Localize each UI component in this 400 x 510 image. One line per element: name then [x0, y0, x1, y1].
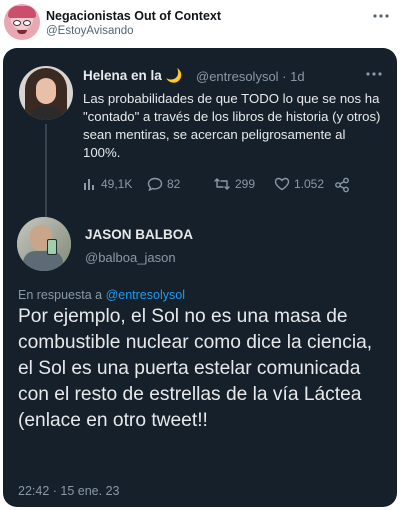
- retweet-icon: [213, 177, 231, 191]
- outer-author-name[interactable]: Negacionistas Out of Context: [46, 9, 221, 23]
- avatar-eye-left: [13, 20, 21, 26]
- retweets-stat[interactable]: 299: [213, 177, 255, 191]
- reply-author-handle[interactable]: @balboa_jason: [85, 250, 176, 265]
- outer-avatar[interactable]: [4, 4, 40, 40]
- jason-avatar[interactable]: [17, 217, 71, 271]
- reply-prefix: En respuesta a: [18, 288, 103, 302]
- avatar-body: [31, 106, 61, 120]
- reply-icon: [147, 177, 163, 191]
- likes-count: 1.052: [294, 177, 325, 191]
- bar-chart-icon: [83, 177, 97, 191]
- retweets-count: 299: [235, 177, 256, 191]
- reply-author-name[interactable]: JASON BALBOA: [85, 227, 193, 242]
- helena-avatar[interactable]: [19, 66, 73, 120]
- reply-timestamp[interactable]: 22:42 · 15 ene. 23: [18, 484, 119, 498]
- tweet-stats-bar: 49,1K 82 299 1.052: [83, 177, 383, 195]
- avatar-shirt: [23, 251, 63, 271]
- first-author-handle[interactable]: @entresolysol · 1d: [196, 69, 305, 84]
- ellipsis-icon[interactable]: [372, 6, 390, 24]
- avatar-hair: [8, 6, 36, 18]
- heart-icon: [274, 177, 290, 191]
- share-icon[interactable]: [334, 177, 350, 193]
- likes-stat[interactable]: 1.052: [274, 177, 324, 191]
- avatar-mouth: [17, 30, 27, 34]
- avatar-eye-right: [23, 20, 31, 26]
- first-tweet-text: Las probabilidades de que TODO lo que se…: [83, 91, 381, 160]
- reply-tweet-text: Por ejemplo, el Sol no es una masa de co…: [18, 306, 373, 431]
- views-count: 49,1K: [101, 177, 133, 191]
- ellipsis-icon[interactable]: [365, 64, 383, 82]
- quoted-thread-card: Helena en la 🌙 @entresolysol · 1d Las pr…: [3, 48, 397, 507]
- reply-context: En respuesta a @entresolysol: [18, 288, 185, 302]
- first-author-name[interactable]: Helena en la 🌙: [83, 68, 182, 84]
- outer-author-handle[interactable]: @EstoyAvisando: [46, 25, 134, 37]
- replies-stat[interactable]: 82: [147, 177, 180, 191]
- views-stat[interactable]: 49,1K: [83, 177, 132, 191]
- avatar-phone: [47, 239, 57, 255]
- replies-count: 82: [167, 177, 181, 191]
- avatar-face: [36, 78, 56, 104]
- reply-mention-link[interactable]: @entresolysol: [106, 288, 185, 302]
